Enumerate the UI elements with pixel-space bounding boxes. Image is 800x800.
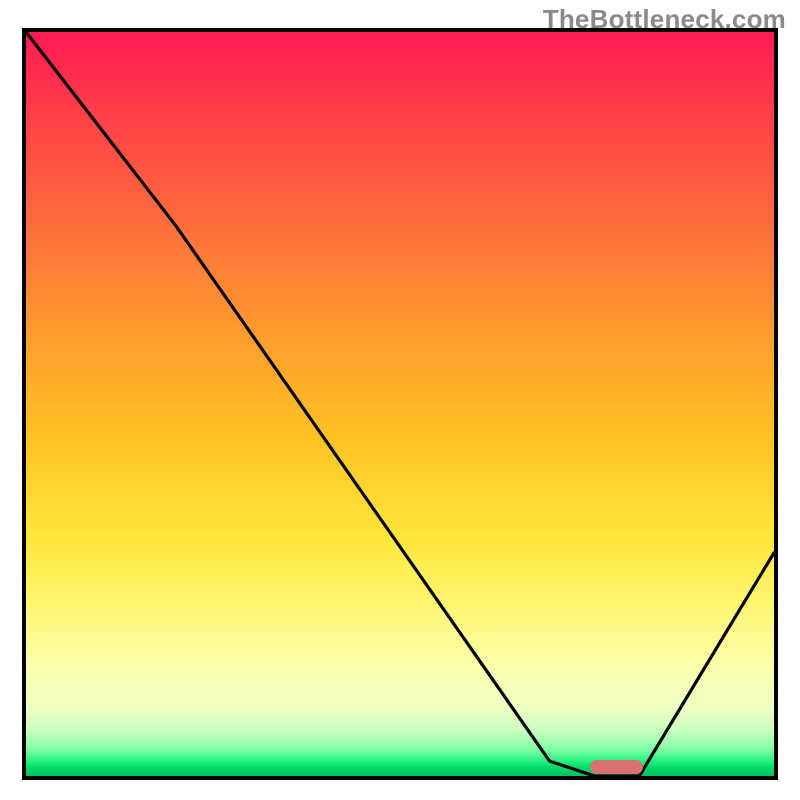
plot-area: [22, 28, 778, 780]
chart-stage: TheBottleneck.com: [0, 0, 800, 800]
optimal-range-marker: [590, 760, 643, 774]
bottleneck-curve: [26, 32, 774, 776]
